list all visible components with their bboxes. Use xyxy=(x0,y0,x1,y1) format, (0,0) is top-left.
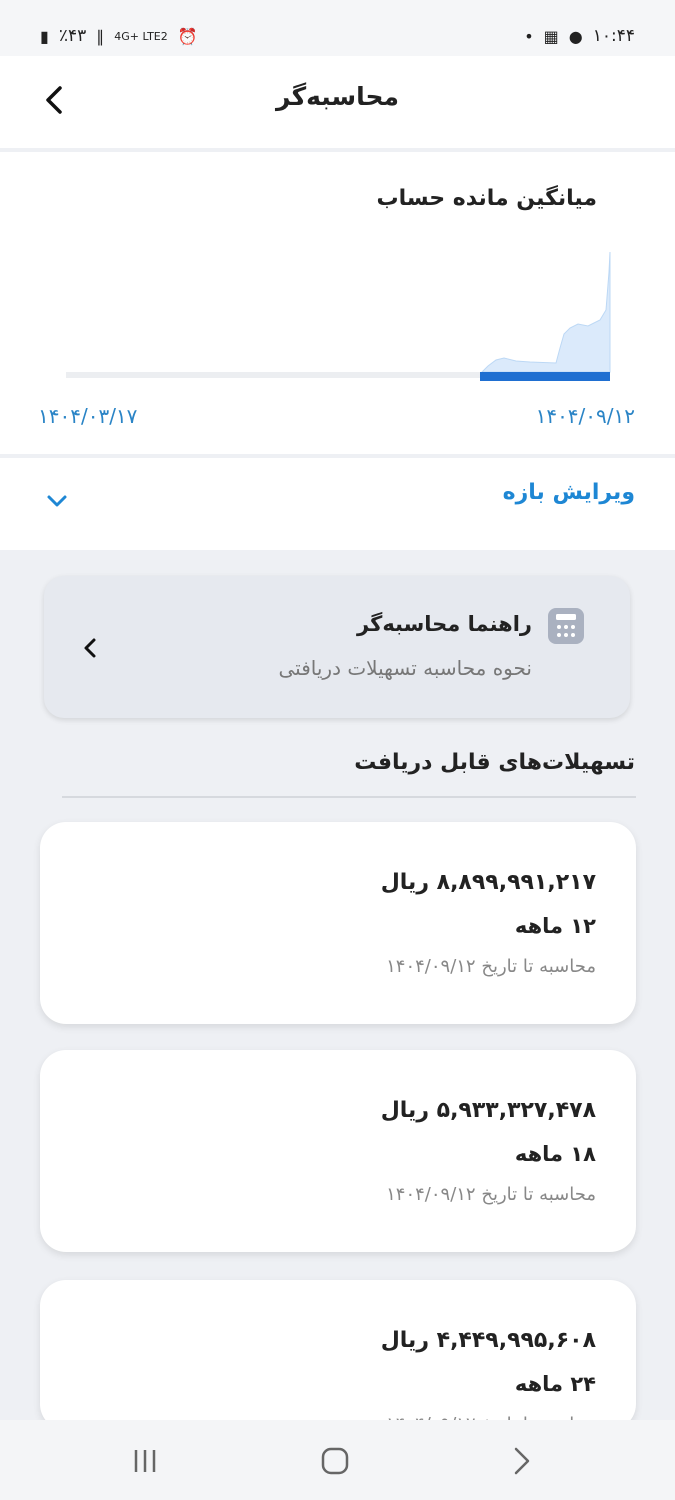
notification-dot-icon: • xyxy=(524,26,534,46)
back-nav-icon[interactable] xyxy=(510,1446,536,1476)
clock: ۱۰:۴۴ xyxy=(592,26,635,46)
home-icon[interactable] xyxy=(320,1446,350,1476)
loan-card[interactable]: ۴,۴۴۹,۹۹۵,۶۰۸ ریال ۲۴ ماهه محاسبه تا تار… xyxy=(40,1280,636,1435)
loan-calc-date: محاسبه تا تاریخ ۱۴۰۴/۰۹/۱۲ xyxy=(386,956,596,977)
chevron-down-icon[interactable] xyxy=(46,494,68,508)
status-left-group: ▮ ٪۴۳ ∥ 4G+ LTE2 ⏰ xyxy=(40,26,198,46)
app-bar: محاسبه‌گر xyxy=(0,56,675,148)
end-date: ۱۴۰۴/۰۹/۱۲ xyxy=(535,404,635,428)
chat-icon: ● xyxy=(568,26,583,46)
chevron-left-icon[interactable] xyxy=(82,636,98,660)
recent-apps-icon[interactable] xyxy=(130,1446,160,1476)
loan-calc-date: محاسبه تا تاریخ ۱۴۰۴/۰۹/۱۲ xyxy=(386,1184,596,1205)
back-arrow-icon[interactable] xyxy=(36,82,72,118)
balance-area xyxy=(480,252,611,373)
loan-amount: ۸,۸۹۹,۹۹۱,۲۱۷ ریال xyxy=(380,870,596,895)
calculator-icon xyxy=(548,608,584,644)
loan-term: ۱۲ ماهه xyxy=(514,914,596,938)
loan-card[interactable]: ۵,۹۳۳,۳۲۷,۴۷۸ ریال ۱۸ ماهه محاسبه تا تار… xyxy=(40,1050,636,1252)
loan-term: ۲۴ ماهه xyxy=(514,1372,596,1396)
edit-range-row[interactable]: ویرایش بازه xyxy=(0,458,675,550)
selected-range-bar[interactable] xyxy=(480,372,610,381)
edit-range-label[interactable]: ویرایش بازه xyxy=(503,480,635,505)
calculator-guide-card[interactable]: راهنما محاسبه‌گر نحوه محاسبه تسهیلات دری… xyxy=(44,576,630,718)
battery-icon: ▮ xyxy=(40,26,49,46)
loan-amount: ۴,۴۴۹,۹۹۵,۶۰۸ ریال xyxy=(380,1328,596,1353)
system-nav-bar xyxy=(0,1420,675,1500)
loan-card[interactable]: ۸,۸۹۹,۹۹۱,۲۱۷ ریال ۱۲ ماهه محاسبه تا تار… xyxy=(40,822,636,1024)
network-type: 4G+ LTE2 xyxy=(114,29,168,43)
chart-title: میانگین مانده حساب xyxy=(376,186,597,211)
guide-subtitle: نحوه محاسبه تسهیلات دریافتی xyxy=(278,656,532,680)
guide-title: راهنما محاسبه‌گر xyxy=(357,612,532,636)
signal-icon: ∥ xyxy=(96,26,105,46)
loan-term: ۱۸ ماهه xyxy=(514,1142,596,1166)
alarm-icon: ⏰ xyxy=(177,26,198,46)
balance-chart[interactable] xyxy=(60,252,620,387)
battery-percent: ٪۴۳ xyxy=(58,26,87,46)
section-divider xyxy=(62,796,636,798)
loan-amount: ۵,۹۳۳,۳۲۷,۴۷۸ ریال xyxy=(380,1098,596,1123)
loans-section-title: تسهیلات‌های قابل دریافت xyxy=(354,750,635,775)
status-right-group: • ▦ ● ۱۰:۴۴ xyxy=(524,26,635,46)
status-bar: ▮ ٪۴۳ ∥ 4G+ LTE2 ⏰ • ▦ ● ۱۰:۴۴ xyxy=(0,0,675,56)
page-title: محاسبه‌گر xyxy=(276,82,399,111)
balance-chart-card: میانگین مانده حساب ۱۴۰۴/۰۳/۱۷ ۱۴۰۴/۰۹/۱۲ xyxy=(0,152,675,454)
start-date: ۱۴۰۴/۰۳/۱۷ xyxy=(38,404,138,428)
calendar-icon: ▦ xyxy=(543,26,559,46)
